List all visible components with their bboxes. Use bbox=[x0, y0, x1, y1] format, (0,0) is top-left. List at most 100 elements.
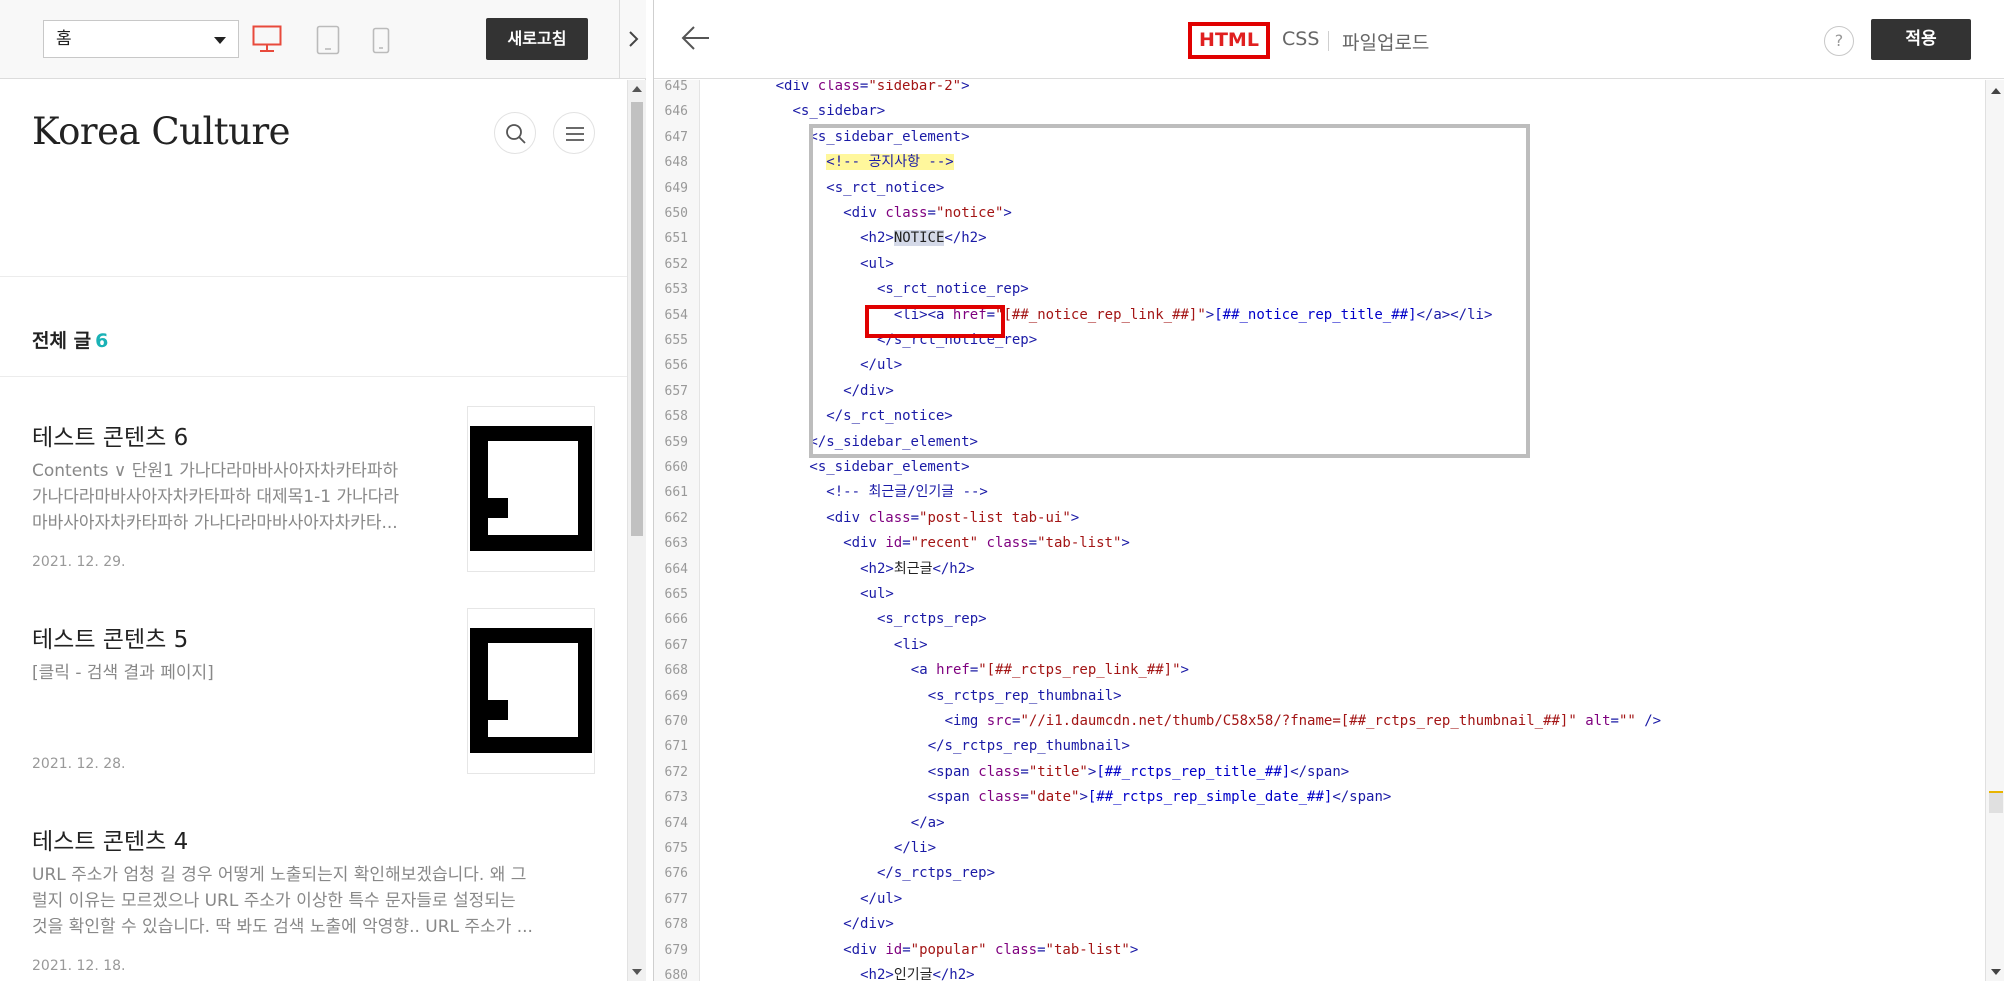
code-text[interactable]: <s_rctps_rep_thumbnail> bbox=[928, 684, 1122, 709]
code-text[interactable]: <!-- 최근글/인기글 --> bbox=[826, 480, 988, 505]
line-number: 675 bbox=[664, 841, 688, 856]
post-title[interactable]: 테스트 콘텐츠 4 bbox=[32, 822, 188, 856]
code-text[interactable]: </div> bbox=[843, 912, 894, 937]
code-text[interactable]: </s_rctps_rep_thumbnail> bbox=[928, 734, 1130, 759]
search-icon bbox=[506, 124, 526, 144]
divider bbox=[0, 376, 627, 377]
line-number: 665 bbox=[664, 587, 688, 602]
editor-scrollbar[interactable] bbox=[1985, 80, 2004, 981]
preview-toolbar: 홈 새로고침 bbox=[0, 0, 646, 79]
code-text[interactable]: <li> bbox=[894, 633, 928, 658]
chevron-right-icon bbox=[629, 31, 639, 47]
code-text[interactable]: <h2>최근글</h2> bbox=[860, 557, 975, 582]
code-text[interactable]: <div class="sidebar-2"> bbox=[776, 80, 970, 99]
code-text[interactable]: <s_rctps_rep> bbox=[877, 607, 987, 632]
tab-css[interactable]: CSS bbox=[1282, 28, 1319, 50]
tab-divider bbox=[1328, 31, 1329, 51]
line-number: 674 bbox=[664, 815, 688, 831]
post-item[interactable]: 테스트 콘텐츠 5 [클릭 - 검색 결과 페이지] 2021. 12. 28. bbox=[0, 608, 627, 800]
preview-scrollbar[interactable] bbox=[627, 80, 646, 981]
chevron-down-icon bbox=[214, 37, 226, 44]
code-text[interactable]: <ul> bbox=[860, 582, 894, 607]
mobile-icon[interactable] bbox=[372, 27, 390, 54]
code-text[interactable]: <span class="date">[##_rctps_rep_simple_… bbox=[928, 785, 1392, 810]
line-number: 659 bbox=[664, 434, 688, 450]
code-text[interactable]: </s_rctps_rep> bbox=[877, 861, 995, 886]
tab-html[interactable]: HTML bbox=[1188, 22, 1270, 59]
code-text[interactable]: <img src="//i1.daumcdn.net/thumb/C58x58/… bbox=[945, 709, 1662, 734]
post-excerpt-line: Contents ∨ 단원1 가나다라마바사아자차카타파하 bbox=[32, 461, 399, 481]
code-text[interactable]: <span class="title">[##_rctps_rep_title_… bbox=[928, 760, 1350, 785]
line-number: 658 bbox=[664, 409, 688, 425]
tab-file-upload[interactable]: 파일업로드 bbox=[1342, 28, 1429, 55]
post-thumbnail[interactable] bbox=[467, 608, 595, 774]
line-number: 668 bbox=[664, 663, 688, 679]
scroll-up-icon[interactable] bbox=[1991, 88, 2001, 94]
line-number: 650 bbox=[664, 206, 688, 221]
line-number: 680 bbox=[664, 968, 688, 981]
post-thumbnail[interactable] bbox=[467, 406, 595, 572]
line-number: 646 bbox=[664, 104, 688, 120]
line-number: 647 bbox=[664, 129, 688, 145]
total-posts-count: 6 bbox=[95, 330, 109, 352]
line-number: 655 bbox=[664, 333, 688, 348]
code-editor[interactable]: 645 <div class="sidebar-2"> 646 <s_sidebar>… bbox=[654, 80, 1985, 981]
line-number: 657 bbox=[664, 383, 688, 399]
line-number: 679 bbox=[664, 942, 688, 958]
line-number: 677 bbox=[664, 891, 688, 907]
collapse-panel-button[interactable] bbox=[619, 0, 646, 79]
scroll-up-icon[interactable] bbox=[632, 86, 642, 92]
post-excerpt-line: 것을 확인할 수 있습니다. 딱 봐도 검색 노출에 악영향.. URL 주소가… bbox=[32, 917, 533, 937]
post-excerpt-line: 럴지 이유는 모르겠으나 URL 주소가 이상한 특수 문자들로 설정되는 bbox=[32, 891, 516, 911]
preview-panel: 홈 새로고침 Korea Culture 전체 글6 테스트 콘텐츠 6 Con… bbox=[0, 0, 646, 981]
post-excerpt-line: 마바사아자차카타파하 가나다라마바사아자차카타... bbox=[32, 513, 398, 533]
code-text[interactable]: <div id="recent" class="tab-list"> bbox=[843, 531, 1130, 556]
line-number: 648 bbox=[664, 155, 688, 171]
tablet-icon[interactable] bbox=[316, 25, 340, 55]
line-number: 660 bbox=[664, 460, 688, 475]
page-select-dropdown[interactable]: 홈 bbox=[43, 20, 239, 58]
hamburger-icon bbox=[566, 127, 584, 141]
search-button[interactable] bbox=[494, 112, 536, 154]
back-button[interactable] bbox=[680, 24, 712, 52]
highlight-box-notice-h2 bbox=[865, 305, 1005, 338]
blog-title[interactable]: Korea Culture bbox=[32, 110, 291, 153]
line-number: 678 bbox=[664, 917, 688, 933]
total-posts-label: 전체 글 bbox=[32, 330, 92, 352]
post-excerpt-line: 가나다라마바사아자차카타파하 대제목1-1 가나다라 bbox=[32, 487, 400, 507]
post-date: 2021. 12. 18. bbox=[32, 958, 126, 974]
line-number: 667 bbox=[664, 637, 688, 653]
code-text[interactable]: <div class="post-list tab-ui"> bbox=[826, 506, 1079, 531]
code-text[interactable]: <div id="popular" class="tab-list"> bbox=[843, 938, 1138, 963]
post-excerpt: Contents ∨ 단원1 가나다라마바사아자차카타파하 가나다라마바사아자차… bbox=[32, 458, 428, 536]
post-excerpt: URL 주소가 엄청 길 경우 어떻게 노출되는지 확인해보겠습니다. 왜 그 … bbox=[32, 862, 572, 940]
code-text[interactable]: <s_sidebar> bbox=[793, 99, 886, 124]
scrollbar-thumb[interactable] bbox=[631, 102, 643, 536]
code-text[interactable]: </li> bbox=[894, 836, 936, 861]
desktop-icon[interactable] bbox=[252, 25, 282, 53]
blog-preview: Korea Culture 전체 글6 테스트 콘텐츠 6 Contents ∨… bbox=[0, 80, 627, 981]
code-text[interactable]: <h2>인기글</h2> bbox=[860, 963, 975, 981]
code-text[interactable]: </ul> bbox=[860, 887, 902, 912]
line-number: 656 bbox=[664, 358, 688, 374]
post-title[interactable]: 테스트 콘텐츠 5 bbox=[32, 620, 188, 654]
post-item[interactable]: 테스트 콘텐츠 6 Contents ∨ 단원1 가나다라마바사아자차카타파하 … bbox=[0, 406, 627, 598]
scroll-down-icon[interactable] bbox=[1991, 969, 2001, 975]
help-button[interactable]: ? bbox=[1824, 26, 1854, 56]
line-number: 661 bbox=[664, 485, 688, 501]
line-number: 669 bbox=[664, 688, 688, 704]
line-number: 649 bbox=[664, 180, 688, 196]
scrollbar-thumb[interactable] bbox=[1989, 791, 2003, 813]
code-text[interactable]: <s_sidebar_element> bbox=[809, 455, 969, 480]
refresh-button[interactable]: 새로고침 bbox=[486, 18, 588, 60]
code-text[interactable]: <a href="[##_rctps_rep_link_##]"> bbox=[911, 658, 1189, 683]
post-item[interactable]: 테스트 콘텐츠 4 URL 주소가 엄청 길 경우 어떻게 노출되는지 확인해보… bbox=[0, 822, 627, 981]
line-number: 663 bbox=[664, 536, 688, 552]
menu-button[interactable] bbox=[553, 112, 595, 154]
code-text[interactable]: </a> bbox=[911, 811, 945, 836]
line-number: 672 bbox=[664, 764, 688, 780]
line-number: 662 bbox=[664, 510, 688, 526]
apply-button[interactable]: 적용 bbox=[1871, 19, 1971, 60]
scroll-down-icon[interactable] bbox=[632, 969, 642, 975]
post-title[interactable]: 테스트 콘텐츠 6 bbox=[32, 418, 188, 452]
